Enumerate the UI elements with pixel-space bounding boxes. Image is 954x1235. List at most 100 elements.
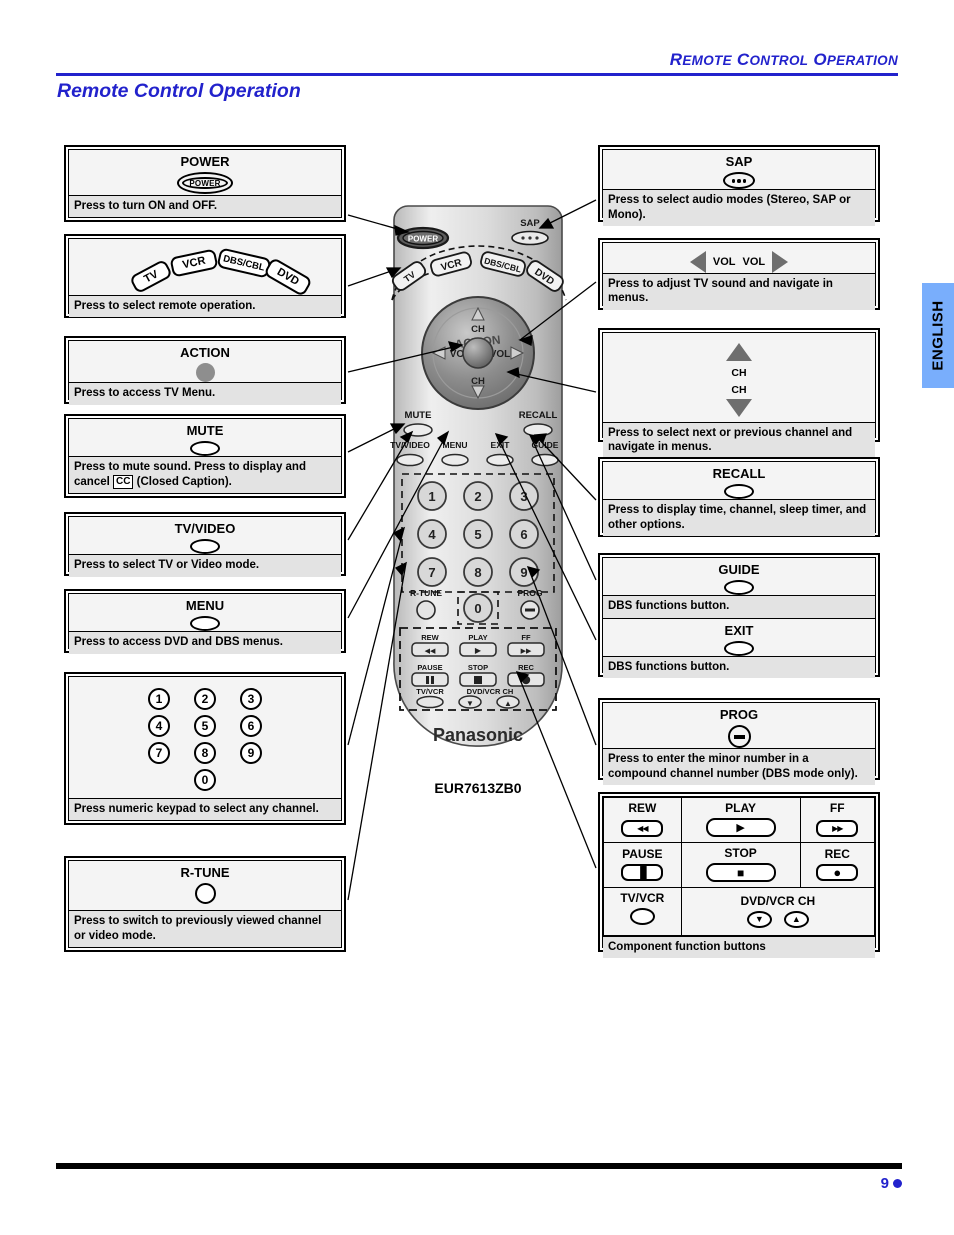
svg-text:◀◀: ◀◀ — [425, 648, 436, 655]
cell-pause: PAUSE — [603, 842, 682, 888]
svg-text:CH: CH — [471, 324, 485, 335]
exit-button-icon — [724, 640, 754, 656]
keypad-zero-row: 0 — [194, 769, 216, 791]
cell-ff: FF — [799, 797, 876, 843]
table-row: TV/VCR DVD/VCR CH — [603, 887, 876, 936]
mode-button-vcr-label: VCR — [181, 254, 207, 272]
keypad-key-7: 7 — [148, 742, 170, 764]
svg-text:3: 3 — [520, 489, 527, 504]
mute-caption: Press to mute sound. Press to display an… — [69, 456, 341, 494]
table-row: PAUSE STOP REC — [603, 842, 876, 888]
sap-button-icon — [723, 172, 755, 190]
guide-caption: DBS functions button. — [603, 595, 875, 618]
fast-forward-icon — [816, 820, 859, 837]
channel-down-arrow-icon — [726, 399, 752, 417]
tv-video-title: TV/VIDEO — [174, 521, 236, 536]
remote-model-number: EUR7613ZB0 — [434, 780, 522, 796]
svg-text:0: 0 — [474, 601, 481, 616]
header-rule — [56, 73, 898, 76]
rec-label: REC — [824, 846, 850, 861]
power-title: POWER — [180, 154, 230, 169]
recall-caption: Press to display time, channel, sleep ti… — [603, 499, 875, 537]
svg-text:7: 7 — [428, 565, 435, 580]
mode-select-caption: Press to select remote operation. — [69, 295, 341, 318]
svg-text:5: 5 — [474, 527, 481, 542]
svg-text:CH: CH — [471, 376, 485, 387]
guide-button-icon — [724, 580, 754, 596]
svg-text:R-TUNE: R-TUNE — [410, 588, 442, 598]
svg-text:8: 8 — [474, 565, 481, 580]
channel-up-icon — [783, 910, 809, 928]
keypad-key-5: 5 — [194, 715, 216, 737]
svg-text:4: 4 — [428, 527, 436, 542]
keypad-key-8: 8 — [194, 742, 216, 764]
action-art: ACTION — [69, 341, 341, 383]
running-head-text: REMOTE CONTROL OPERATION — [669, 50, 898, 69]
volume-up-arrow-icon — [772, 251, 789, 273]
closed-caption-icon: CC — [113, 474, 134, 489]
guide-title: GUIDE — [718, 562, 760, 577]
callout-mute: MUTE Press to mute sound. Press to displ… — [64, 414, 346, 498]
svg-text:▲: ▲ — [504, 699, 512, 708]
svg-text:1: 1 — [428, 489, 435, 504]
svg-text:MENU: MENU — [442, 440, 467, 450]
rewind-icon — [621, 820, 664, 837]
menu-button-icon — [190, 616, 220, 632]
action-title: ACTION — [180, 345, 230, 360]
numeric-keypad-caption: Press numeric keypad to select any chann… — [69, 797, 341, 820]
footer-rule — [56, 1163, 902, 1169]
mode-button-dvd: DVD — [263, 256, 313, 298]
keypad-key-1: 1 — [148, 688, 170, 710]
pause-icon — [621, 864, 664, 881]
svg-text:PAUSE: PAUSE — [417, 663, 442, 672]
numeric-keypad-art: 1 2 3 4 5 6 7 8 9 0 — [69, 677, 341, 798]
power-art: POWER POWER — [69, 150, 341, 195]
record-icon — [816, 863, 859, 881]
svg-text:▶▶: ▶▶ — [521, 648, 532, 655]
play-icon — [705, 818, 776, 837]
r-tune-title: R-TUNE — [180, 865, 230, 880]
r-tune-button-icon — [194, 883, 216, 905]
prog-button-icon — [727, 725, 751, 749]
volume-art: VOL VOL — [603, 243, 875, 273]
tv-video-button-icon — [190, 539, 220, 555]
callout-guide-exit: GUIDE DBS functions button. EXIT DBS fun… — [598, 553, 880, 679]
svg-text:MUTE: MUTE — [405, 410, 432, 421]
volume-arrow-row: VOL VOL — [689, 251, 789, 273]
svg-text:TV/VIDEO: TV/VIDEO — [390, 440, 430, 450]
keypad-key-3: 3 — [240, 688, 262, 710]
mode-select-art: TV VCR DBS/CBL DVD — [69, 239, 341, 298]
dvd-vcr-ch-icons — [684, 910, 872, 928]
mode-button-dvd-label: DVD — [274, 265, 302, 289]
cell-dvd-vcr-ch: DVD/VCR CH — [680, 887, 876, 936]
mode-button-dbs-cbl-label: DBS/CBL — [222, 252, 266, 274]
mute-title: MUTE — [186, 423, 224, 438]
component-function-table: REW PLAY FF PAUSE — [603, 797, 876, 936]
svg-text:9: 9 — [520, 565, 527, 580]
callout-component-functions: REW PLAY FF PAUSE — [598, 792, 880, 959]
table-row: REW PLAY FF — [603, 797, 876, 843]
page-title: Remote Control Operation — [57, 80, 301, 102]
pause-label: PAUSE — [622, 846, 663, 861]
svg-text:GUIDE: GUIDE — [532, 440, 559, 450]
svg-text:RECALL: RECALL — [519, 410, 558, 421]
keypad-key-0: 0 — [194, 769, 216, 791]
channel-art: CH CH — [603, 333, 875, 422]
menu-art: MENU — [69, 594, 341, 632]
channel-arrow-column: CH CH — [726, 342, 752, 422]
svg-text:REW: REW — [421, 633, 439, 642]
dvd-vcr-ch-label: DVD/VCR CH — [740, 893, 816, 908]
sap-caption: Press to select audio modes (Stereo, SAP… — [603, 189, 875, 227]
channel-caption: Press to select next or previous channel… — [603, 422, 875, 459]
svg-text:POWER: POWER — [408, 235, 438, 244]
keypad-key-2: 2 — [194, 688, 216, 710]
channel-down-icon — [746, 910, 772, 928]
cell-tv-vcr: TV/VCR — [603, 887, 682, 936]
volume-right-label: VOL — [742, 256, 766, 268]
svg-text:SAP: SAP — [520, 218, 540, 229]
svg-text:PLAY: PLAY — [468, 633, 487, 642]
manual-page: REMOTE CONTROL OPERATION Remote Control … — [0, 0, 954, 1235]
svg-text:PROG: PROG — [517, 588, 542, 598]
cell-rec: REC — [799, 842, 876, 888]
rew-label: REW — [628, 801, 657, 815]
